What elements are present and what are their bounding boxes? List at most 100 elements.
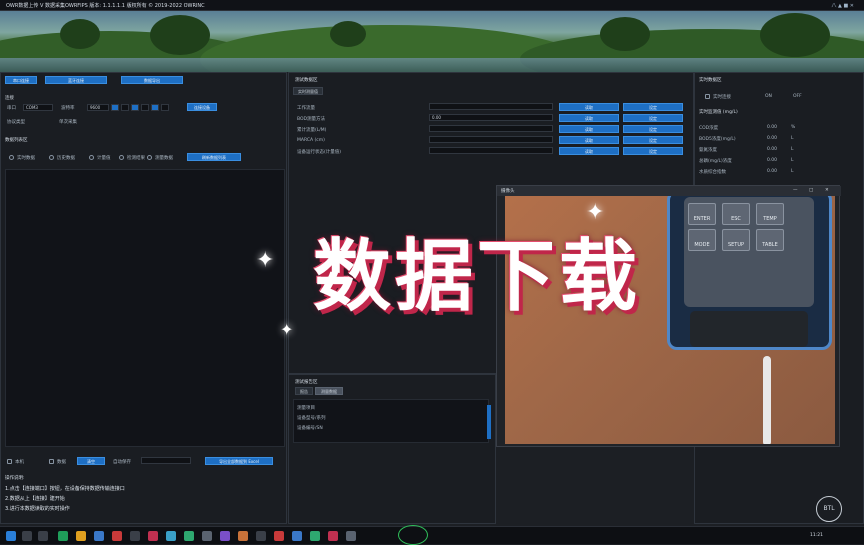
connect-device-button[interactable]: 连接设备 (187, 103, 217, 111)
clear-button[interactable]: 清空 (77, 457, 105, 465)
app-icon[interactable] (184, 531, 194, 541)
reading-label-1: BOD5浓度(mg/L) (699, 137, 736, 142)
radio-history[interactable] (49, 155, 54, 160)
reading-label-2: 氨氮浓度 (699, 148, 717, 153)
app-icon[interactable] (58, 531, 68, 541)
maximize-icon[interactable]: □ (809, 188, 813, 193)
app-icon[interactable] (274, 531, 284, 541)
stepper-value[interactable] (121, 104, 129, 111)
report-content (293, 399, 489, 443)
app-icon[interactable] (130, 531, 140, 541)
port-select[interactable]: COM3 (23, 104, 53, 111)
set-button-3[interactable]: 设定 (623, 136, 683, 144)
radio-metering[interactable] (89, 155, 94, 160)
row-value-4[interactable] (429, 147, 553, 154)
report-scrollbar[interactable] (487, 405, 491, 439)
instruction-line-2: 2.数据从上【连接】建开始 (5, 496, 65, 502)
reading-value-0: 0.00 (767, 125, 778, 130)
stepper-apply-button[interactable] (151, 104, 159, 111)
local-checkbox[interactable] (7, 459, 12, 464)
app-icon[interactable] (346, 531, 356, 541)
data-list-area[interactable] (5, 169, 285, 447)
serial-connect-button[interactable]: 串口连接 (5, 76, 37, 84)
row-label-1: BOD测量方法 (297, 117, 326, 122)
protocol-value: 单次采集 (59, 120, 77, 125)
device-key-mode: MODE (688, 229, 716, 251)
task-view-icon[interactable] (38, 531, 48, 541)
autosave-field[interactable] (141, 457, 191, 464)
reading-label-0: COD浓度 (699, 126, 719, 131)
folder-icon[interactable] (76, 531, 86, 541)
row-value-0[interactable] (429, 103, 553, 110)
baud-label: 波特率 (61, 106, 75, 111)
row-value-1[interactable]: 0.00 (429, 114, 553, 121)
device-key-esc: ESC (722, 203, 750, 225)
refresh-list-button[interactable]: 刷新数据列表 (187, 153, 241, 161)
set-button-0[interactable]: 设定 (623, 103, 683, 111)
reading-label-4: 水质综合指数 (699, 170, 726, 175)
baud-select[interactable]: 9600 (87, 104, 109, 111)
toggle-off[interactable]: OFF (793, 94, 802, 99)
app-icon[interactable] (148, 531, 158, 541)
row-value-2[interactable] (429, 125, 553, 132)
protocol-label: 协议类型 (7, 120, 25, 125)
data-export-button[interactable]: 数据导出 (121, 76, 183, 84)
stepper-field-2[interactable] (161, 104, 169, 111)
read-button-1[interactable]: 读取 (559, 114, 619, 122)
report-line-2: 设备型号/系列 (297, 416, 326, 421)
taskbar-clock: 11:21 (810, 533, 823, 538)
app-icon[interactable] (166, 531, 176, 541)
report-line-1: 测量项目 (297, 406, 315, 411)
close-icon[interactable]: ✕ (825, 188, 829, 193)
toggle-on[interactable]: ON (765, 94, 772, 99)
read-button-2[interactable]: 读取 (559, 125, 619, 133)
stepper-field[interactable] (141, 104, 149, 111)
cable (763, 356, 771, 444)
read-button-3[interactable]: 读取 (559, 136, 619, 144)
app-icon[interactable] (220, 531, 230, 541)
start-icon[interactable] (6, 531, 16, 541)
browser-icon[interactable] (94, 531, 104, 541)
set-button-4[interactable]: 设定 (623, 147, 683, 155)
app-icon[interactable] (112, 531, 122, 541)
set-button-1[interactable]: 设定 (623, 114, 683, 122)
read-button-4[interactable]: 读取 (559, 147, 619, 155)
read-button-0[interactable]: 读取 (559, 103, 619, 111)
export-excel-button[interactable]: 导出全部数据到 Excel (205, 457, 273, 465)
bluetooth-connect-button[interactable]: 蓝牙连接 (45, 76, 107, 84)
handheld-meter-device: ENTER ESC TEMP MODE SETUP TABLE (667, 196, 832, 350)
device-display (690, 311, 808, 347)
app-icon[interactable] (292, 531, 302, 541)
app-icon[interactable] (310, 531, 320, 541)
radio-realtime-label: 实时数据 (17, 156, 35, 161)
stepper-up-button[interactable] (131, 104, 139, 111)
minimize-icon[interactable]: — (793, 188, 798, 193)
tab-realtime[interactable]: 实时测量值 (293, 87, 323, 95)
radio-result[interactable] (119, 155, 124, 160)
realtime-toggle-checkbox[interactable] (705, 94, 710, 99)
reading-value-1: 0.00 (767, 136, 778, 141)
app-icon[interactable] (238, 531, 248, 541)
radio-measurement[interactable] (147, 155, 152, 160)
set-button-2[interactable]: 设定 (623, 125, 683, 133)
search-icon[interactable] (22, 531, 32, 541)
radio-metering-label: 计量值 (97, 156, 111, 161)
tab-measurement[interactable]: 测量数据 (315, 387, 343, 395)
left-panel: 串口连接 蓝牙连接 数据导出 连接 串口 COM3 波特率 9600 连接设备 … (0, 72, 287, 524)
window-controls[interactable]: 八 ▲ ■ ✕ (831, 2, 854, 9)
monitor-section-title: 实时监测值 (mg/L) (699, 110, 738, 115)
test-data-section-title: 测试数据区 (295, 78, 318, 83)
camera-titlebar[interactable]: 摄像头 — □ ✕ (497, 186, 841, 196)
app-icon[interactable] (328, 531, 338, 541)
tab-report[interactable]: 报告 (295, 387, 313, 395)
data-checkbox[interactable] (49, 459, 54, 464)
radio-realtime[interactable] (9, 155, 14, 160)
connection-section-title: 连接 (5, 96, 14, 101)
stepper-down-button[interactable] (111, 104, 119, 111)
reading-value-2: 0.00 (767, 147, 778, 152)
report-section-title: 测试报告区 (295, 380, 318, 385)
row-value-3[interactable] (429, 136, 553, 143)
app-icon[interactable] (256, 531, 266, 541)
reading-label-3: 总磷(mg/L)浓度 (699, 159, 732, 164)
app-icon[interactable] (202, 531, 212, 541)
